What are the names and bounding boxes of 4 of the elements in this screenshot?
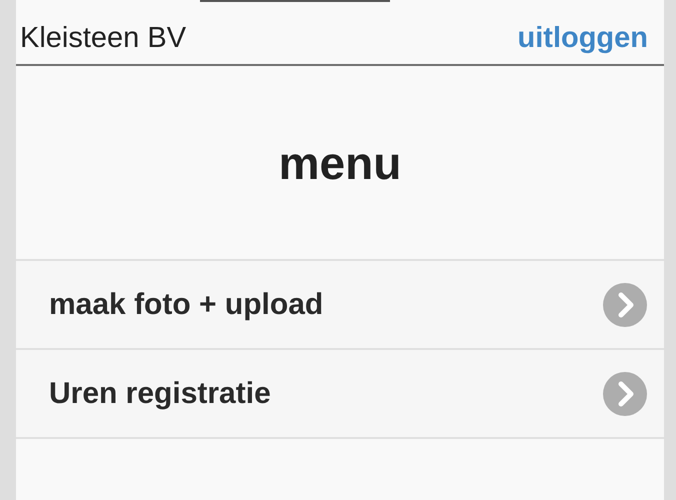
chevron-right-icon [603,282,647,326]
logout-link[interactable]: uitloggen [518,10,648,54]
company-name: Kleisteen BV [20,20,186,54]
chevron-right-icon [603,372,647,416]
